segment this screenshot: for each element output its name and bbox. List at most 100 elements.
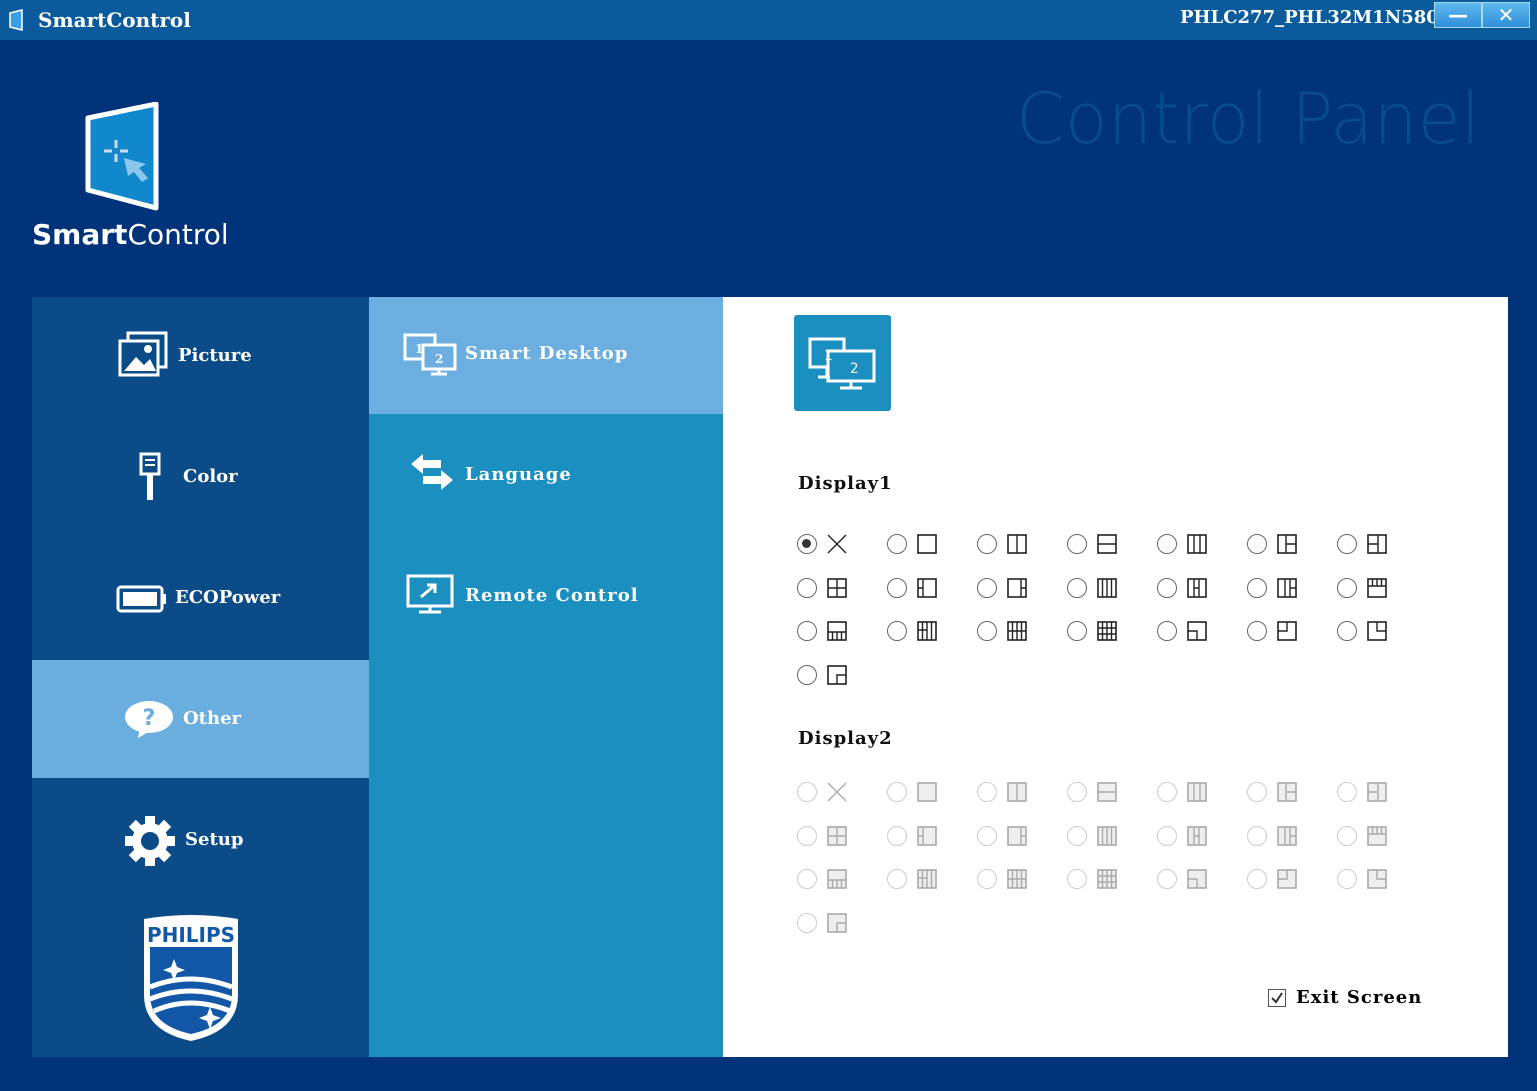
layout-none-icon — [827, 534, 847, 554]
layout-option-cols-4-mixed-c — [1067, 866, 1137, 892]
layout-corner-bl-icon — [1187, 869, 1207, 890]
layout-option-left-split2-right[interactable] — [1337, 531, 1407, 557]
display1-label: Display1 — [798, 473, 893, 494]
submenu-item-remote-control[interactable]: Remote Control — [369, 539, 723, 656]
layout-corner-tl-icon — [1277, 869, 1297, 890]
layout-option-corner-br[interactable] — [797, 662, 867, 688]
layout-option-split-v3[interactable] — [1157, 531, 1227, 557]
layout-right-narrow-icon — [1007, 577, 1027, 598]
radio-button — [1067, 782, 1087, 802]
radio-button — [887, 869, 907, 890]
dual-monitor-icon: 12 — [403, 333, 457, 376]
radio-button — [1067, 825, 1087, 846]
layout-option-corner-bl[interactable] — [1157, 618, 1227, 644]
layout-cols-4-mixed-a-icon — [917, 869, 937, 890]
layout-quad-icon — [827, 577, 847, 598]
layout-option-right-narrow[interactable] — [977, 575, 1047, 601]
layout-option-corner-tr — [1337, 866, 1407, 892]
layout-option-none[interactable] — [797, 531, 867, 557]
layout-split-v3-icon — [1187, 534, 1207, 554]
radio-button[interactable] — [977, 621, 997, 642]
radio-button[interactable] — [797, 665, 817, 686]
layout-mixed-b-icon — [1277, 825, 1297, 846]
layout-option-full[interactable] — [887, 531, 957, 557]
layout-option-split-v3 — [1157, 779, 1227, 805]
radio-button[interactable] — [1067, 577, 1087, 598]
svg-text:2: 2 — [850, 361, 858, 377]
layout-option-bottom-cols[interactable] — [797, 618, 867, 644]
radio-button[interactable] — [1067, 621, 1087, 642]
layout-option-top-cols[interactable] — [1337, 575, 1407, 601]
radio-button[interactable] — [977, 577, 997, 598]
layout-option-split-v4 — [1067, 823, 1137, 849]
layout-option-right-narrow — [977, 823, 1047, 849]
nav-item-other[interactable]: ? Other — [32, 660, 369, 778]
radio-button[interactable] — [887, 577, 907, 598]
nav-item-ecopower[interactable]: ECOPower — [32, 539, 369, 657]
radio-button[interactable] — [1247, 577, 1267, 598]
radio-button[interactable] — [1067, 534, 1087, 554]
submenu-item-language[interactable]: Language — [369, 418, 723, 535]
layout-left-right-split2-icon — [1277, 782, 1297, 802]
layout-cols-4-mixed-b-icon — [1007, 621, 1027, 642]
layout-option-cols-4-mixed-a[interactable] — [887, 618, 957, 644]
layout-option-quad[interactable] — [797, 575, 867, 601]
radio-button[interactable] — [1157, 534, 1177, 554]
layout-option-split-h2[interactable] — [1067, 531, 1137, 557]
minimize-button[interactable]: — — [1434, 2, 1482, 28]
radio-button[interactable] — [1157, 621, 1177, 642]
layout-option-corner-tl[interactable] — [1247, 618, 1317, 644]
layout-option-split-v2[interactable] — [977, 531, 1047, 557]
nav-item-color[interactable]: Color — [32, 418, 369, 536]
layout-option-cols-4-mixed-c[interactable] — [1067, 618, 1137, 644]
layout-option-split-v4[interactable] — [1067, 575, 1137, 601]
layout-option-cols-4-mixed-b — [977, 866, 1047, 892]
radio-button[interactable] — [1337, 621, 1357, 642]
radio-button — [887, 782, 907, 802]
layout-option-top-cols — [1337, 823, 1407, 849]
layout-option-left-right-split2[interactable] — [1247, 531, 1317, 557]
layout-option-split-h2 — [1067, 779, 1137, 805]
layout-option-mixed-b[interactable] — [1247, 575, 1317, 601]
radio-button[interactable] — [797, 534, 817, 554]
radio-button — [797, 869, 817, 890]
radio-button[interactable] — [1337, 534, 1357, 554]
layout-option-left-narrow[interactable] — [887, 575, 957, 601]
close-button[interactable]: ✕ — [1482, 2, 1530, 28]
layout-split-v3-icon — [1187, 782, 1207, 802]
nav-item-picture[interactable]: Picture — [32, 297, 369, 415]
layout-mixed-a-icon — [1187, 825, 1207, 846]
layout-corner-tl-icon — [1277, 621, 1297, 642]
radio-button[interactable] — [797, 621, 817, 642]
layout-option-cols-4-mixed-b[interactable] — [977, 618, 1047, 644]
nav-label: Other — [183, 708, 242, 729]
layout-option-left-narrow — [887, 823, 957, 849]
radio-button[interactable] — [977, 534, 997, 554]
exit-screen-label: Exit Screen — [1296, 987, 1423, 1008]
layout-top-cols-icon — [1367, 577, 1387, 598]
title-bar: SmartControl PHLC277_PHL32M1N5800 — ✕ — [0, 0, 1537, 40]
radio-button[interactable] — [887, 621, 907, 642]
smartcontrol-logo-icon — [85, 102, 159, 211]
main-nav: Picture Color ECOPower ? Other Setup PHI… — [32, 297, 369, 1057]
layout-option-mixed-a[interactable] — [1157, 575, 1227, 601]
radio-button[interactable] — [1337, 577, 1357, 598]
layout-none-icon — [827, 782, 847, 802]
layout-cols-4-mixed-b-icon — [1007, 869, 1027, 890]
radio-button[interactable] — [1157, 577, 1177, 598]
layout-corner-tr-icon — [1367, 869, 1387, 890]
nav-item-setup[interactable]: Setup — [32, 781, 369, 899]
layout-cols-4-mixed-a-icon — [917, 621, 937, 642]
battery-icon — [116, 585, 166, 613]
submenu-item-smart-desktop[interactable]: 12 Smart Desktop — [369, 297, 723, 414]
radio-button[interactable] — [1247, 534, 1267, 554]
radio-button[interactable] — [1247, 621, 1267, 642]
display2-label: Display2 — [798, 728, 893, 749]
radio-button — [1337, 825, 1357, 846]
radio-button — [1157, 825, 1177, 846]
layout-option-corner-tr[interactable] — [1337, 618, 1407, 644]
radio-button[interactable] — [797, 577, 817, 598]
radio-button — [1337, 782, 1357, 802]
radio-button — [977, 782, 997, 802]
radio-button[interactable] — [887, 534, 907, 554]
